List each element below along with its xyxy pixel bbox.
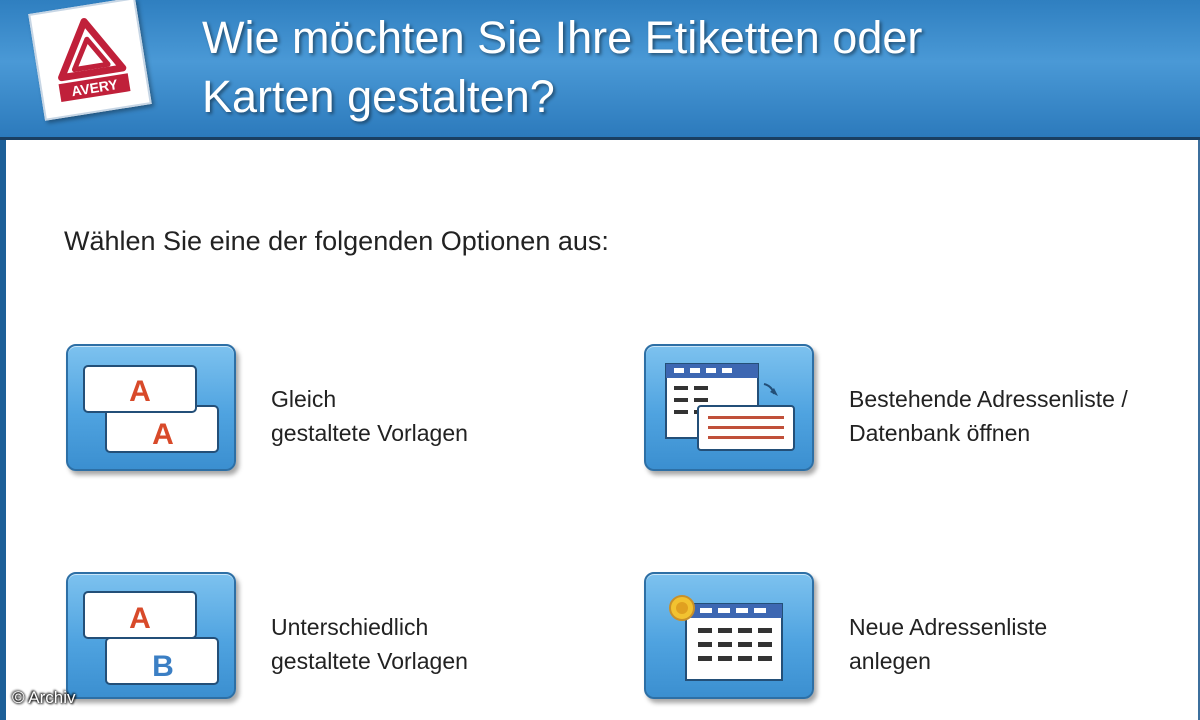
avery-logo: AVERY bbox=[28, 0, 152, 121]
avery-triangle-icon bbox=[58, 17, 127, 82]
same-templates-label-line-2: gestaltete Vorlagen bbox=[271, 420, 468, 446]
letter-a-top: A bbox=[129, 375, 151, 408]
different-templates-label-line-1: Unterschiedlich bbox=[271, 614, 429, 640]
page-title-line-1: Wie möchten Sie Ihre Etiketten oder bbox=[202, 12, 923, 63]
new-address-list-icon bbox=[669, 595, 783, 681]
different-labels-icon: A B bbox=[83, 591, 219, 685]
different-templates-button[interactable]: A B bbox=[66, 572, 236, 699]
open-address-list-icon bbox=[665, 363, 795, 451]
same-labels-icon: A A bbox=[83, 365, 219, 453]
letter-b: B bbox=[152, 650, 174, 683]
page-title: Wie möchten Sie Ihre Etiketten oder Kart… bbox=[202, 8, 1182, 126]
new-address-list-label-line-2: anlegen bbox=[849, 648, 931, 674]
instruction-text: Wählen Sie eine der folgenden Optionen a… bbox=[64, 226, 609, 256]
new-address-list-label-line-1: Neue Adressenliste bbox=[849, 614, 1048, 640]
open-address-list-button[interactable] bbox=[644, 344, 814, 471]
option-new-address-list[interactable]: Neue Adressenliste anlegen bbox=[644, 572, 1200, 712]
archive-watermark: © Archiv bbox=[12, 688, 76, 707]
open-address-list-label-line-1: Bestehende Adressenliste / bbox=[849, 386, 1128, 412]
open-address-list-label-line-2: Datenbank öffnen bbox=[849, 420, 1031, 446]
open-address-list-label: Bestehende Adressenliste / Datenbank öff… bbox=[849, 382, 1128, 450]
letter-a: A bbox=[129, 602, 151, 635]
page-title-line-2: Karten gestalten? bbox=[202, 71, 555, 122]
new-address-list-label: Neue Adressenliste anlegen bbox=[849, 610, 1047, 678]
letter-a-bottom: A bbox=[152, 418, 174, 451]
option-same-templates[interactable]: A A Gleich gestaltete Vorlagen bbox=[66, 344, 626, 484]
different-templates-label: Unterschiedlich gestaltete Vorlagen bbox=[271, 610, 468, 678]
different-templates-label-line-2: gestaltete Vorlagen bbox=[271, 648, 468, 674]
new-address-list-button[interactable] bbox=[644, 572, 814, 699]
same-templates-label-line-1: Gleich bbox=[271, 386, 337, 412]
header-banner: AVERY Wie möchten Sie Ihre Etiketten ode… bbox=[0, 0, 1200, 140]
option-different-templates[interactable]: A B Unterschiedlich gestaltete Vorlagen bbox=[66, 572, 626, 712]
same-templates-label: Gleich gestaltete Vorlagen bbox=[271, 382, 468, 450]
same-templates-button[interactable]: A A bbox=[66, 344, 236, 471]
option-open-address-list[interactable]: Bestehende Adressenliste / Datenbank öff… bbox=[644, 344, 1200, 484]
